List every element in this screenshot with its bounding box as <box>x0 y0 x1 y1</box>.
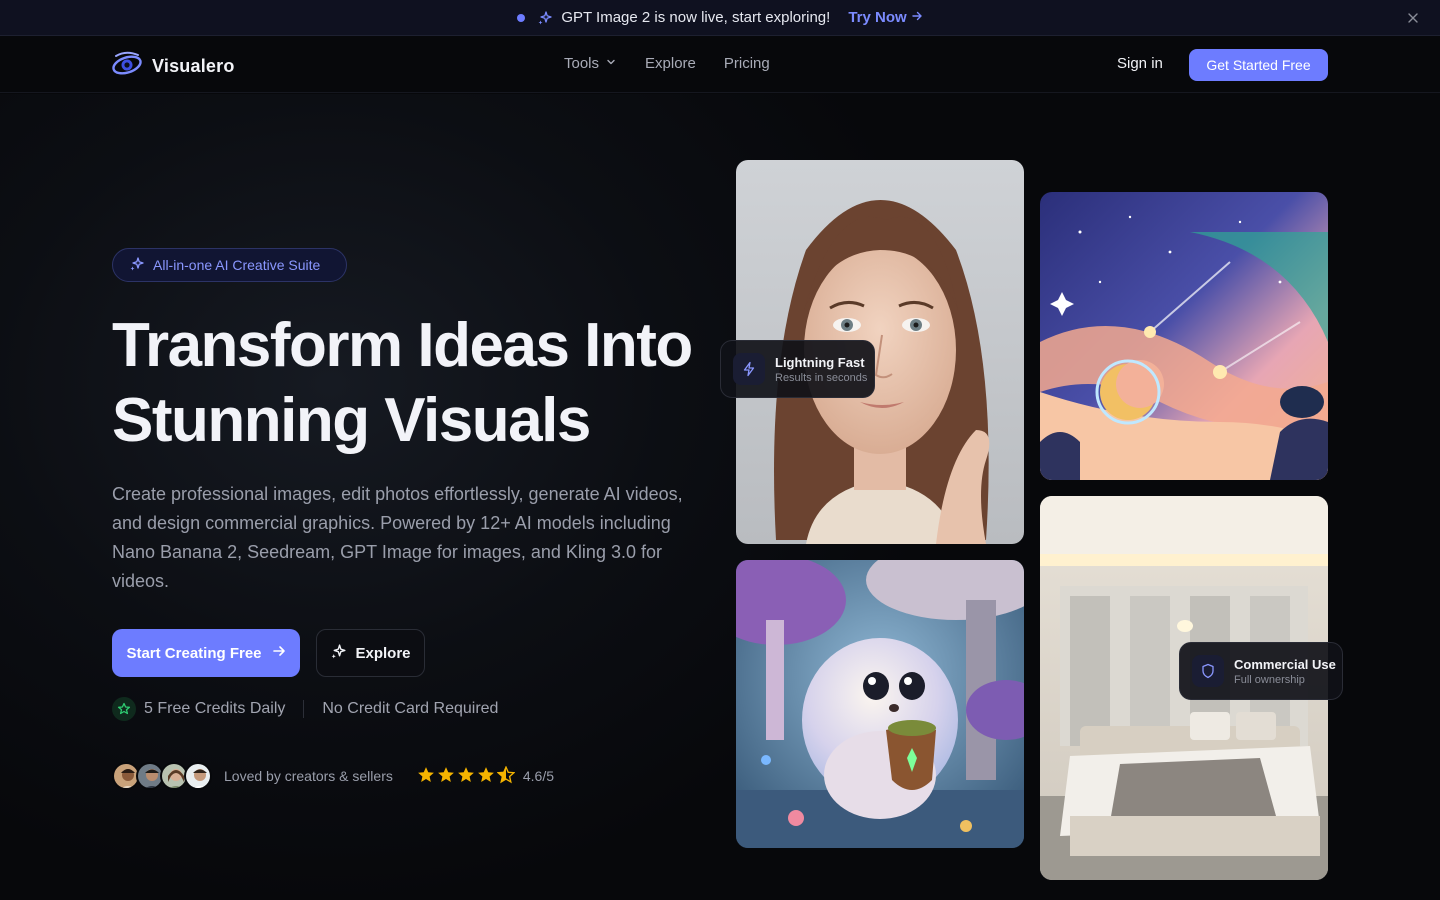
try-now-link[interactable]: Try Now <box>848 9 922 26</box>
lightning-icon <box>733 353 765 385</box>
gallery-image-creature <box>736 560 1024 848</box>
feature-tag-text: Commercial Use Full ownership <box>1234 657 1336 686</box>
nav-explore[interactable]: Explore <box>645 55 696 72</box>
nav-tools-label: Tools <box>564 55 600 72</box>
feature-tag-text: Lightning Fast Results in seconds <box>775 355 867 384</box>
logo-icon <box>112 50 143 83</box>
star-rating <box>417 764 516 787</box>
star-icon <box>477 766 495 787</box>
shield-icon <box>1192 655 1224 687</box>
announcement-text: GPT Image 2 is now live, start exploring… <box>561 9 831 26</box>
sparkles-icon <box>129 256 145 275</box>
start-creating-label: Start Creating Free <box>126 644 262 662</box>
sparkles-icon <box>537 10 553 26</box>
start-creating-button[interactable]: Start Creating Free <box>112 629 300 677</box>
announcement-bar: GPT Image 2 is now live, start exploring… <box>0 0 1440 36</box>
hero-badge-label: All-in-one AI Creative Suite <box>153 257 321 273</box>
explore-button-label: Explore <box>355 644 411 662</box>
gallery-image-night-sky <box>1040 192 1328 480</box>
try-now-label: Try Now <box>848 9 907 26</box>
social-proof: Loved by creators & sellers 4.6/5 <box>112 762 554 790</box>
chevron-down-icon <box>605 55 617 72</box>
social-proof-text: Loved by creators & sellers <box>224 768 393 784</box>
half-star-icon <box>496 764 516 787</box>
top-navbar: Visualero Tools Explore Pricing Sign in … <box>0 37 1440 93</box>
brand-logo-link[interactable]: Visualero <box>112 50 235 83</box>
headline-line-1: Transform Ideas Into <box>112 311 693 380</box>
avatar <box>184 762 212 790</box>
feature-tag-lightning-fast: Lightning Fast Results in seconds <box>720 340 875 398</box>
hero-headline: Transform Ideas Into Stunning Visuals <box>112 308 732 458</box>
nav-pricing[interactable]: Pricing <box>724 55 770 72</box>
feature-tag-title: Lightning Fast <box>775 354 865 370</box>
explore-button[interactable]: Explore <box>316 629 425 677</box>
hero-badge: All-in-one AI Creative Suite <box>112 248 347 282</box>
arrow-right-icon <box>911 9 923 26</box>
star-icon <box>437 766 455 787</box>
get-started-button[interactable]: Get Started Free <box>1189 49 1328 81</box>
feature-tag-commercial-use: Commercial Use Full ownership <box>1179 642 1343 700</box>
feature-tag-title: Commercial Use <box>1234 656 1336 672</box>
hero-subtitle: Create professional images, edit photos … <box>112 484 683 591</box>
nav-tools[interactable]: Tools <box>564 55 617 72</box>
close-icon[interactable] <box>1404 9 1422 27</box>
arrow-right-icon <box>272 644 286 662</box>
feature-tag-subtitle: Full ownership <box>1234 673 1305 686</box>
perks-row: 5 Free Credits Daily No Credit Card Requ… <box>112 697 498 721</box>
sparkles-icon <box>330 643 347 664</box>
status-dot <box>517 13 526 22</box>
star-badge-icon <box>112 697 136 721</box>
headline-line-2: Stunning Visuals <box>112 386 591 455</box>
nav-links: Tools Explore Pricing <box>564 55 770 72</box>
star-icon <box>417 766 435 787</box>
perk-no-card: No Credit Card Required <box>322 700 499 717</box>
rating-value: 4.6/5 <box>522 768 554 784</box>
avatar-stack <box>112 762 212 790</box>
brand-name: Visualero <box>152 56 235 76</box>
feature-tag-subtitle: Results in seconds <box>775 371 868 384</box>
sign-in-link[interactable]: Sign in <box>1117 55 1163 72</box>
perk-free-credits: 5 Free Credits Daily <box>144 700 286 717</box>
divider <box>303 700 305 718</box>
star-icon <box>457 766 475 787</box>
